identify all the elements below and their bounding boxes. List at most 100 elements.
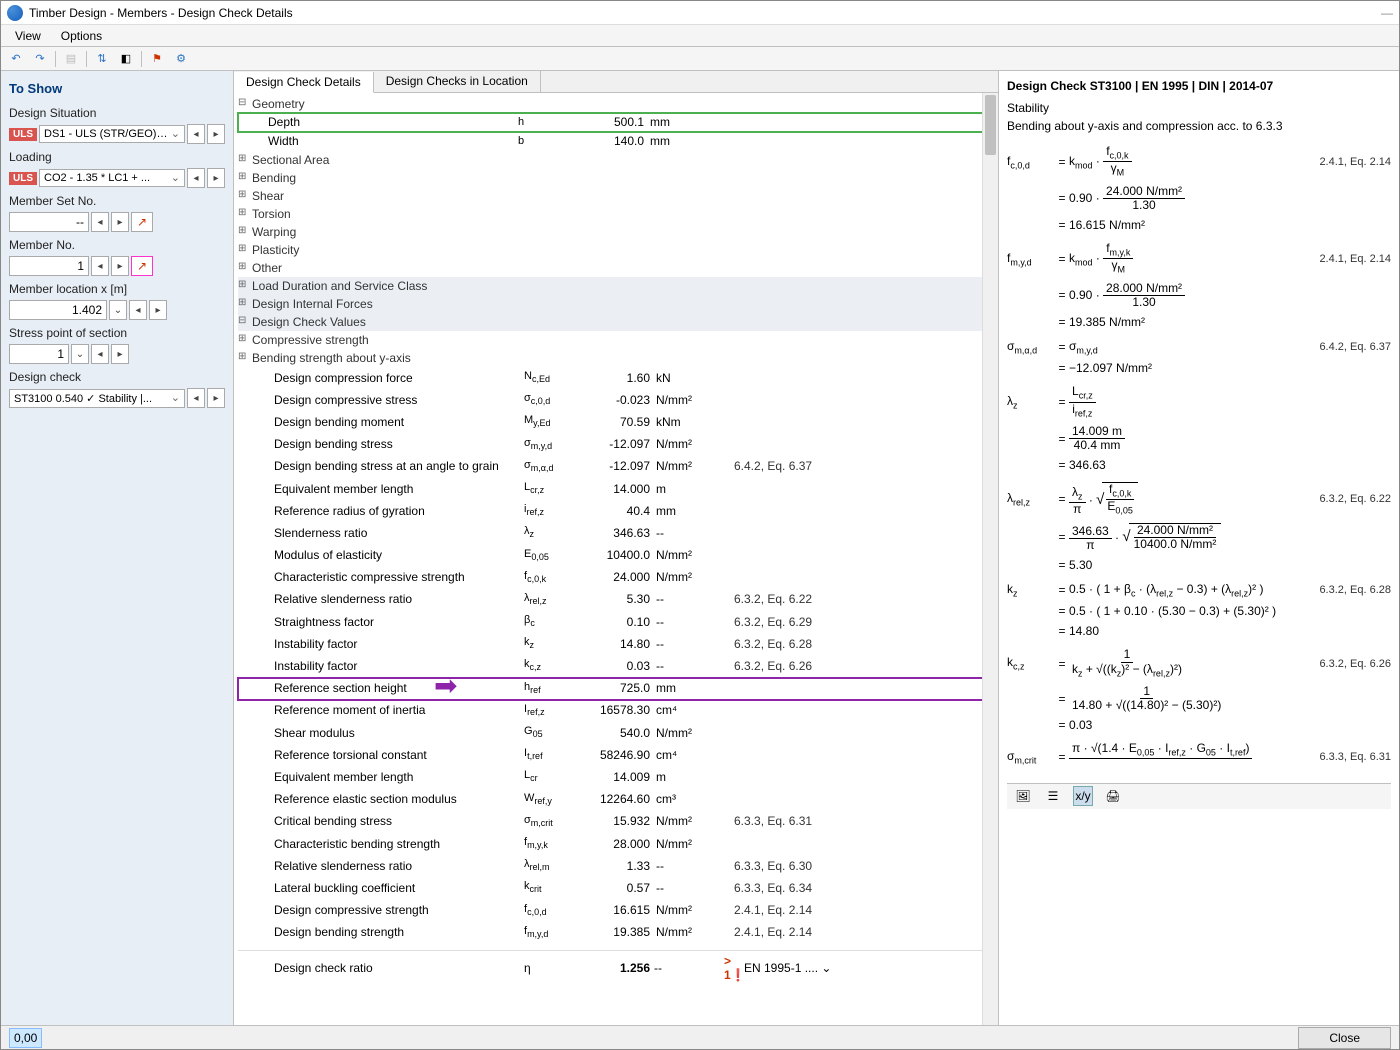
footer: 0,00 Close [1, 1025, 1399, 1049]
design-situation-combo[interactable]: DS1 - ULS (STR/GEO) ... [39, 125, 185, 143]
close-button[interactable]: Close [1298, 1027, 1391, 1049]
table-row[interactable]: Design compressive stressσc,0,d-0.023N/m… [238, 389, 998, 411]
menu-bar: View Options [1, 25, 1399, 47]
table-row[interactable]: Design bending stressσm,y,d-12.097N/mm² [238, 434, 998, 456]
pick-icon[interactable]: ↗ [131, 212, 153, 232]
prev-icon[interactable]: ◂ [187, 388, 205, 408]
tool-redo-icon[interactable]: ↷ [29, 49, 51, 69]
member-no-label: Member No. [9, 238, 225, 252]
next-icon[interactable]: ▸ [111, 212, 129, 232]
tree-section[interactable]: Plasticity [238, 241, 998, 259]
copy-image-icon[interactable]: 🖼 [1013, 786, 1033, 806]
tree-section[interactable]: Warping [238, 223, 998, 241]
tool-palette-icon[interactable]: ◧ [115, 49, 137, 69]
tree-section[interactable]: Shear [238, 187, 998, 205]
tree-section[interactable]: Load Duration and Service Class [238, 277, 998, 295]
table-row[interactable]: Design bending strengthfm,y,d19.385N/mm²… [238, 922, 998, 944]
prev-icon[interactable]: ◂ [91, 212, 109, 232]
formula-heading: Design Check ST3100 | EN 1995 | DIN | 20… [1007, 75, 1391, 101]
member-loc-field[interactable]: 1.402 [9, 300, 107, 320]
member-no-field[interactable]: 1 [9, 256, 89, 276]
tool-copy-icon[interactable]: ▤ [60, 49, 82, 69]
next-icon[interactable]: ▸ [111, 256, 129, 276]
menu-options[interactable]: Options [51, 27, 112, 45]
uls-badge: ULS [9, 128, 37, 141]
next-icon[interactable]: ▸ [207, 388, 225, 408]
status-indicator: 0,00 [9, 1028, 42, 1048]
table-row[interactable]: Critical bending stressσm,crit15.932N/mm… [238, 811, 998, 833]
table-row[interactable]: Design bending momentMy,Ed70.59kNm [238, 411, 998, 433]
table-row[interactable]: Design compression forceNc,Ed1.60kN [238, 367, 998, 389]
list-icon[interactable]: ☰ [1043, 786, 1063, 806]
dropdown-icon[interactable]: ⌄ [109, 300, 127, 320]
tool-flag-icon[interactable]: ⚑ [146, 49, 168, 69]
tab-location[interactable]: Design Checks in Location [374, 71, 541, 92]
tree-section[interactable]: Bending strength about y-axis [238, 349, 998, 367]
table-row[interactable]: Reference moment of inertiaIref,z16578.3… [238, 700, 998, 722]
table-row[interactable]: Equivalent member lengthLcr,z14.000m [238, 478, 998, 500]
uls-badge: ULS [9, 172, 37, 185]
table-row[interactable]: Design bending stress at an angle to gra… [238, 456, 998, 478]
table-row[interactable]: Slenderness ratioλz346.63-- [238, 522, 998, 544]
prev-icon[interactable]: ◂ [187, 124, 205, 144]
formula-sub2: Bending about y-axis and compression acc… [1007, 119, 1391, 133]
tree-section[interactable]: Sectional Area [238, 151, 998, 169]
tree[interactable]: GeometryDepthh500.1mmWidthb140.0mmSectio… [234, 93, 998, 1025]
table-row[interactable]: Relative slenderness ratioλrel,m1.33--6.… [238, 855, 998, 877]
tree-section[interactable]: Design Check Values [238, 313, 998, 331]
ratio-row: Design check ratioη1.256--> 1❗EN 1995-1 … [238, 950, 998, 985]
stress-point-field[interactable]: 1 [9, 344, 69, 364]
table-row[interactable]: Depthh500.1mm [238, 113, 998, 132]
print-icon[interactable]: 🖨 [1103, 786, 1123, 806]
table-row[interactable]: Reference radius of gyrationiref,z40.4mm [238, 500, 998, 522]
tree-section[interactable]: Bending [238, 169, 998, 187]
member-set-field[interactable]: -- [9, 212, 89, 232]
table-row[interactable]: Lateral buckling coefficientkcrit0.57--6… [238, 877, 998, 899]
design-check-label: Design check [9, 370, 225, 384]
sidebar-heading: To Show [9, 77, 225, 100]
pick-icon[interactable]: ↗ [131, 256, 153, 276]
next-icon[interactable]: ▸ [149, 300, 167, 320]
formula-icon[interactable]: x/y [1073, 786, 1093, 806]
next-icon[interactable]: ▸ [207, 124, 225, 144]
prev-icon[interactable]: ◂ [91, 256, 109, 276]
tree-section[interactable]: Design Internal Forces [238, 295, 998, 313]
table-row[interactable]: Characteristic bending strengthfm,y,k28.… [238, 833, 998, 855]
table-row[interactable]: Equivalent member lengthLcr14.009m [238, 766, 998, 788]
table-row[interactable]: Reference section heighthref725.0mm [238, 678, 998, 700]
tree-section[interactable]: Compressive strength [238, 331, 998, 349]
table-row[interactable]: Design compressive strengthfc,0,d16.615N… [238, 900, 998, 922]
window-title: Timber Design - Members - Design Check D… [29, 6, 293, 20]
scrollbar-v[interactable] [982, 93, 998, 1025]
tool-config-icon[interactable]: ⚙ [170, 49, 192, 69]
table-row[interactable]: Characteristic compressive strengthfc,0,… [238, 567, 998, 589]
tree-section[interactable]: Geometry [238, 95, 998, 113]
tree-section[interactable]: Torsion [238, 205, 998, 223]
loading-combo[interactable]: CO2 - 1.35 * LC1 + ... [39, 169, 185, 187]
next-icon[interactable]: ▸ [207, 168, 225, 188]
tree-section[interactable]: Other [238, 259, 998, 277]
menu-view[interactable]: View [5, 27, 51, 45]
table-row[interactable]: Widthb140.0mm [238, 132, 998, 151]
table-row[interactable]: Straightness factorβc0.10--6.3.2, Eq. 6.… [238, 611, 998, 633]
table-row[interactable]: Shear modulusG05540.0N/mm² [238, 722, 998, 744]
formula-panel: Design Check ST3100 | EN 1995 | DIN | 20… [999, 71, 1399, 1025]
dropdown-icon[interactable]: ⌄ [71, 344, 89, 364]
stress-point-label: Stress point of section [9, 326, 225, 340]
table-row[interactable]: Relative slenderness ratioλrel,z5.30--6.… [238, 589, 998, 611]
table-row[interactable]: Reference elastic section modulusWref,y1… [238, 789, 998, 811]
prev-icon[interactable]: ◂ [91, 344, 109, 364]
tab-details[interactable]: Design Check Details [234, 72, 374, 93]
table-row[interactable]: Instability factorkz14.80--6.3.2, Eq. 6.… [238, 633, 998, 655]
table-row[interactable]: Reference torsional constantIt,ref58246.… [238, 744, 998, 766]
tool-undo-icon[interactable]: ↶ [5, 49, 27, 69]
tool-filter-icon[interactable]: ⇅ [91, 49, 113, 69]
prev-icon[interactable]: ◂ [129, 300, 147, 320]
next-icon[interactable]: ▸ [111, 344, 129, 364]
prev-icon[interactable]: ◂ [187, 168, 205, 188]
design-check-combo[interactable]: ST3100 0.540 ✓ Stability |... [9, 389, 185, 408]
window-minimize-icon[interactable]: — [1381, 6, 1393, 20]
table-row[interactable]: Instability factorkc,z0.03--6.3.2, Eq. 6… [238, 655, 998, 677]
member-set-label: Member Set No. [9, 194, 225, 208]
table-row[interactable]: Modulus of elasticityE0,0510400.0N/mm² [238, 545, 998, 567]
